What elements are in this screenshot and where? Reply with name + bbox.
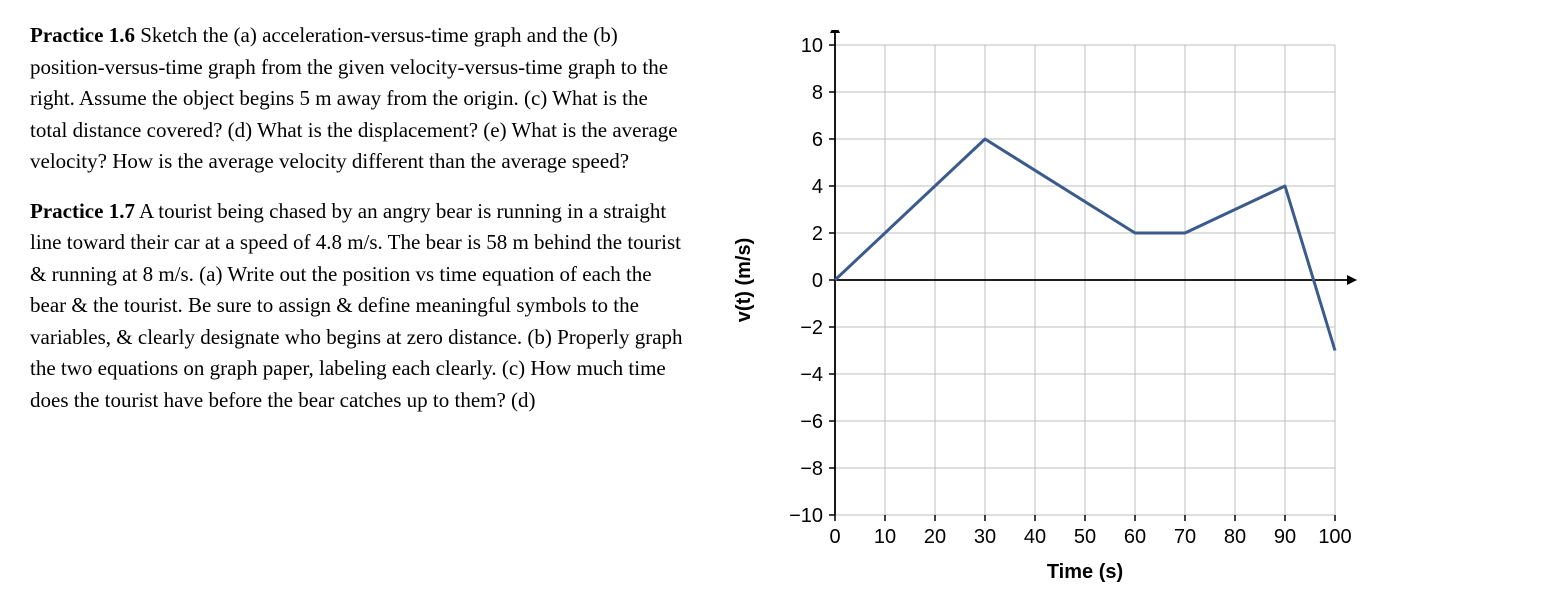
svg-text:8: 8 (812, 82, 823, 104)
svg-text:−6: −6 (800, 411, 823, 433)
svg-text:100: 100 (1318, 526, 1351, 548)
svg-text:20: 20 (924, 526, 946, 548)
svg-text:−10: −10 (789, 505, 823, 527)
svg-text:v(t) (m/s): v(t) (m/s) (733, 238, 755, 322)
svg-text:6: 6 (812, 129, 823, 151)
svg-text:50: 50 (1074, 526, 1096, 548)
svg-text:60: 60 (1124, 526, 1146, 548)
svg-text:30: 30 (974, 526, 996, 548)
svg-text:0: 0 (829, 526, 840, 548)
svg-text:−8: −8 (800, 458, 823, 480)
svg-text:40: 40 (1024, 526, 1046, 548)
svg-text:2: 2 (812, 223, 823, 245)
svg-text:70: 70 (1174, 526, 1196, 548)
practice-1-7-body: A tourist being chased by an angry bear … (30, 199, 683, 412)
practice-1-7: Practice 1.7 A tourist being chased by a… (30, 196, 690, 417)
practice-1-6: Practice 1.6 Sketch the (a) acceleration… (30, 20, 690, 178)
svg-text:10: 10 (874, 526, 896, 548)
svg-text:0: 0 (812, 270, 823, 292)
svg-text:4: 4 (812, 176, 823, 198)
svg-text:−2: −2 (800, 317, 823, 339)
svg-text:10: 10 (801, 35, 823, 57)
problem-text-column: Practice 1.6 Sketch the (a) acceleration… (30, 20, 690, 590)
practice-1-7-lead: Practice 1.7 (30, 199, 135, 223)
practice-1-6-lead: Practice 1.6 (30, 23, 135, 47)
svg-text:−4: −4 (800, 364, 823, 386)
svg-text:90: 90 (1274, 526, 1296, 548)
svg-text:80: 80 (1224, 526, 1246, 548)
velocity-line-chart-svg: −10−8−6−4−202468100102030405060708090100… (720, 30, 1360, 590)
svg-text:Time (s): Time (s) (1047, 561, 1123, 583)
velocity-chart: −10−8−6−4−202468100102030405060708090100… (720, 20, 1360, 590)
